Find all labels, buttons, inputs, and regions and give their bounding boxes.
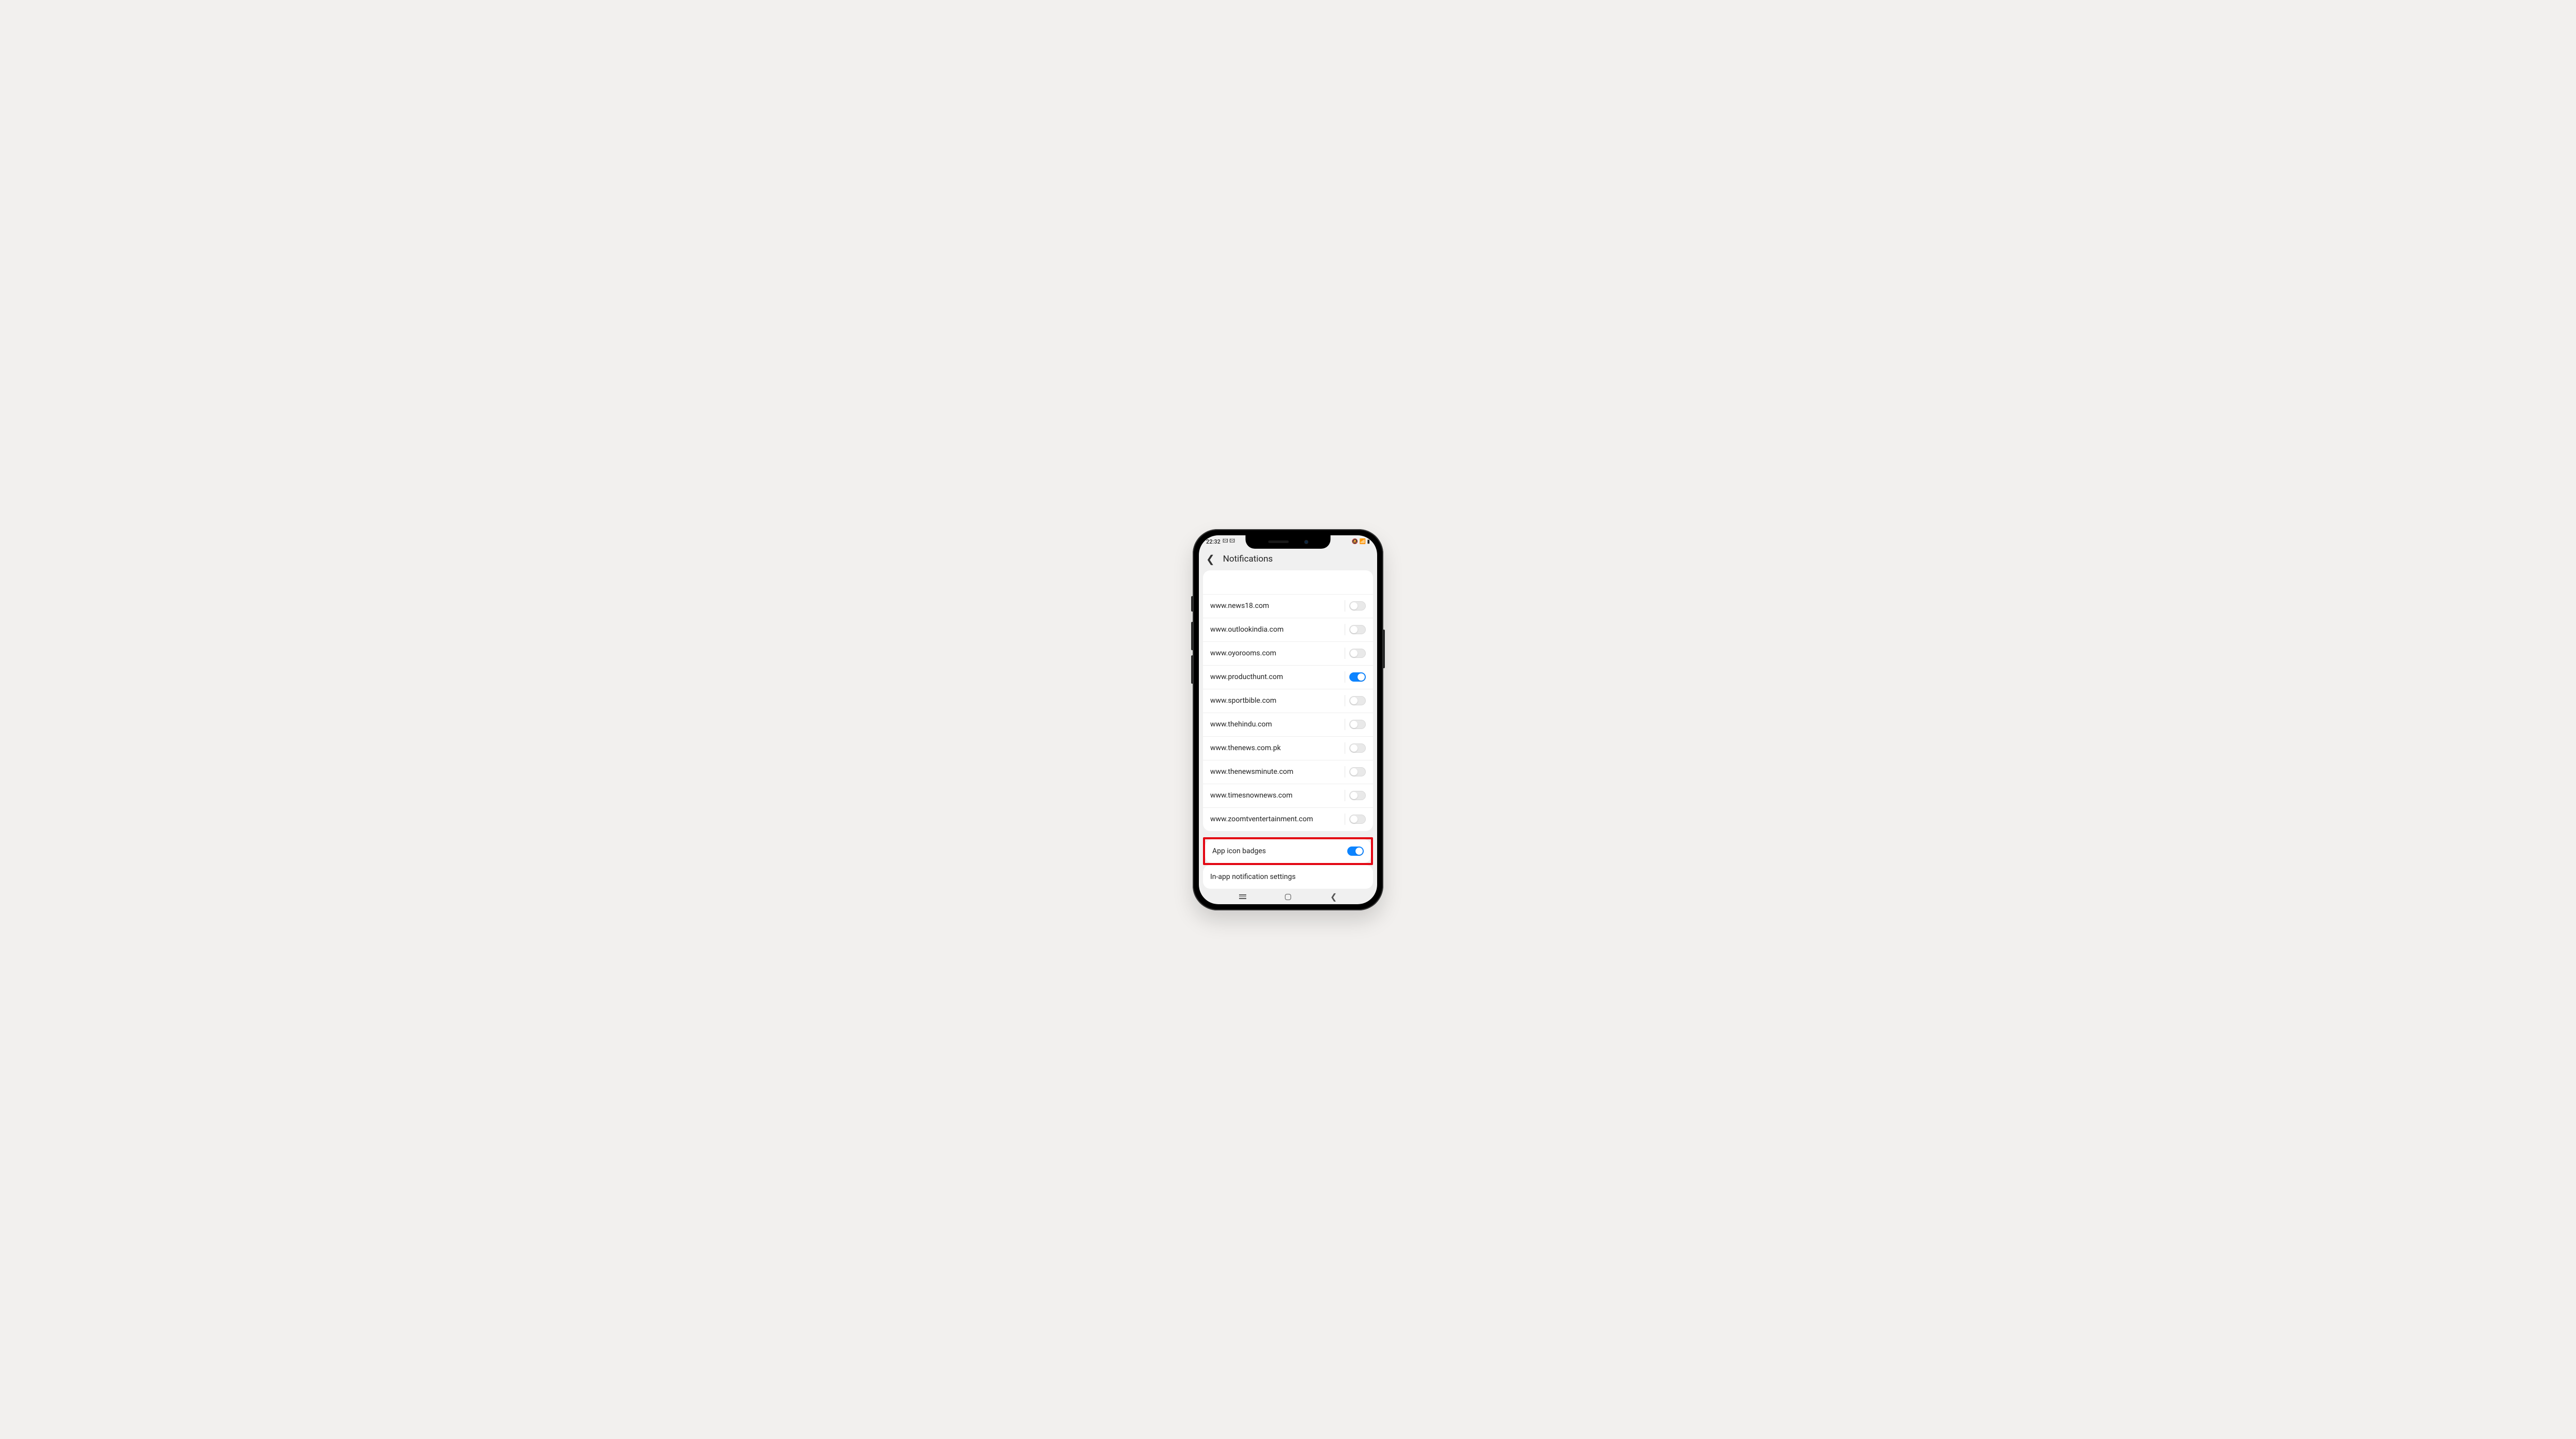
site-notification-row[interactable]: www.outlookindia.com [1203,618,1373,641]
site-notification-toggle[interactable] [1349,649,1366,658]
system-nav-bar: ❮ [1199,890,1377,904]
in-app-notification-settings-label: In-app notification settings [1210,873,1296,881]
site-toggle-wrap [1345,790,1366,801]
site-domain-label: www.thehindu.com [1210,720,1272,729]
site-toggle-wrap [1345,695,1366,706]
site-notification-toggle[interactable] [1349,815,1366,824]
app-icon-badges-card: App icon badges [1205,839,1371,863]
site-notification-row[interactable]: www.news18.com [1203,594,1373,618]
site-domain-label: www.thenews.com.pk [1210,744,1281,752]
notch-camera [1304,540,1308,544]
page-title: Notifications [1223,554,1273,564]
site-notification-toggle[interactable] [1349,767,1366,776]
in-app-settings-card: In-app notification settings [1203,865,1373,889]
nav-recents-button[interactable] [1239,894,1246,899]
site-notification-row[interactable]: www.timesnownews.com [1203,784,1373,807]
site-notification-toggle[interactable] [1349,601,1366,611]
site-notification-toggle[interactable] [1349,625,1366,634]
app-icon-badges-row[interactable]: App icon badges [1205,839,1371,863]
site-domain-label: www.zoomtventertainment.com [1210,815,1313,823]
phone-volume-up [1191,622,1193,650]
site-notification-row[interactable]: www.thehindu.com [1203,713,1373,736]
site-toggle-wrap [1345,742,1366,754]
app-icon-badges-label: App icon badges [1212,847,1266,855]
site-toggle-wrap [1345,624,1366,635]
phone-volume-down [1191,655,1193,684]
nav-home-button[interactable] [1285,894,1291,900]
site-notification-toggle[interactable] [1349,791,1366,800]
app-icon-badges-toggle[interactable] [1347,847,1364,856]
status-left-icons: 🖾 🖾 [1223,537,1235,546]
in-app-notification-settings-row[interactable]: In-app notification settings [1203,865,1373,889]
site-toggle-wrap [1345,648,1366,659]
site-notification-row[interactable]: www.oyorooms.com [1203,641,1373,665]
back-icon[interactable]: ❮ [1206,554,1215,564]
site-notification-row[interactable]: www.thenewsminute.com [1203,760,1373,784]
site-notification-row[interactable]: www.thenews.com.pk [1203,736,1373,760]
phone-power-button [1383,630,1385,668]
status-right-icons: 🔕 📶 ▮ [1352,539,1370,545]
site-notification-row[interactable]: www.producthunt.com [1203,665,1373,689]
site-notification-toggle[interactable] [1349,696,1366,705]
site-domain-label: www.news18.com [1210,602,1269,610]
site-domain-label: www.outlookindia.com [1210,625,1284,634]
site-domain-label: www.oyorooms.com [1210,649,1276,657]
site-domain-label: www.timesnownews.com [1210,791,1293,800]
site-toggle-wrap [1345,600,1366,612]
status-time: 22:32 [1206,538,1221,545]
content-scroll[interactable]: www.news18.com www.outlookindia.com www.oy… [1199,570,1377,890]
highlighted-setting: App icon badges [1203,837,1373,865]
site-toggle-wrap [1345,671,1366,683]
site-toggle-wrap [1345,814,1366,825]
list-top-spacer [1203,570,1373,594]
page-header: ❮ Notifications [1199,549,1377,570]
site-toggle-wrap [1345,719,1366,730]
notch-speaker [1268,540,1289,543]
site-notification-toggle[interactable] [1349,720,1366,729]
site-domain-label: www.producthunt.com [1210,673,1283,681]
nav-back-button[interactable]: ❮ [1330,892,1337,902]
site-notification-toggle[interactable] [1349,672,1366,682]
site-notification-row[interactable]: www.sportbible.com [1203,689,1373,713]
site-toggle-wrap [1345,766,1366,777]
phone-mute-switch [1191,596,1193,612]
phone-frame: 22:32 🖾 🖾 🔕 📶 ▮ ❮ Notifications www.news… [1193,529,1383,910]
site-domain-label: www.thenewsminute.com [1210,768,1293,776]
phone-notch [1246,535,1331,549]
sites-list-card: www.news18.com www.outlookindia.com www.oy… [1203,570,1373,831]
site-notification-row[interactable]: www.zoomtventertainment.com [1203,807,1373,831]
site-notification-toggle[interactable] [1349,743,1366,753]
screen: 22:32 🖾 🖾 🔕 📶 ▮ ❮ Notifications www.news… [1199,535,1377,904]
site-domain-label: www.sportbible.com [1210,697,1276,705]
